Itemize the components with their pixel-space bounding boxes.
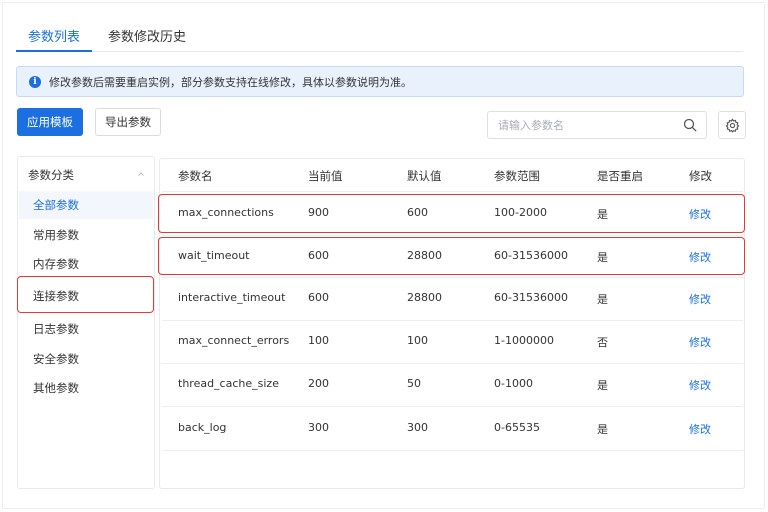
category-log[interactable]: 日志参数 [33, 321, 79, 337]
search-input[interactable] [498, 117, 678, 134]
settings-button[interactable] [718, 111, 746, 139]
current-value-cell: 200 [308, 377, 329, 390]
modify-link[interactable]: 修改 [689, 421, 711, 437]
tab-param-list[interactable]: 参数列表 [28, 26, 80, 45]
column-header-current: 当前值 [308, 169, 343, 183]
search-box [487, 111, 707, 139]
modify-link[interactable]: 修改 [689, 334, 711, 350]
param-name-cell: max_connect_errors [178, 334, 290, 347]
column-header-default: 默认值 [407, 169, 442, 183]
column-header-action: 修改 [689, 169, 712, 183]
restart-cell: 是 [597, 293, 608, 306]
category-memory[interactable]: 内存参数 [33, 256, 79, 272]
column-header-range: 参数范围 [494, 169, 540, 183]
category-header: 参数分类 [28, 168, 74, 182]
row-divider [162, 363, 743, 364]
restart-cell: 是 [597, 423, 608, 436]
param-name-cell: wait_timeout [178, 249, 250, 262]
column-header-restart: 是否重启 [597, 169, 643, 183]
category-common[interactable]: 常用参数 [33, 227, 79, 243]
default-value-cell: 600 [407, 206, 428, 219]
category-connection[interactable]: 连接参数 [33, 288, 79, 304]
default-value-cell: 100 [407, 334, 428, 347]
current-value-cell: 900 [308, 206, 329, 219]
current-value-cell: 100 [308, 334, 329, 347]
range-cell: 0-65535 [494, 421, 540, 434]
range-cell: 100-2000 [494, 206, 547, 219]
tab-bar: 参数列表 参数修改历史 [16, 18, 743, 52]
default-value-cell: 28800 [407, 291, 442, 304]
column-header-name: 参数名 [178, 169, 213, 183]
range-cell: 1-1000000 [494, 334, 554, 347]
row-divider [162, 277, 743, 278]
restart-cell: 是 [597, 251, 608, 264]
info-banner: i 修改参数后需要重启实例，部分参数支持在线修改，具体以参数说明为准。 [16, 66, 744, 97]
chevron-up-icon[interactable] [138, 172, 144, 176]
active-tab-indicator [16, 50, 92, 52]
modify-link[interactable]: 修改 [689, 291, 711, 307]
range-cell: 60-31536000 [494, 249, 568, 262]
default-value-cell: 28800 [407, 249, 442, 262]
restart-cell: 否 [597, 336, 608, 349]
row-divider [162, 406, 743, 407]
row-divider [162, 235, 743, 236]
apply-template-button[interactable]: 应用模板 [17, 108, 83, 136]
header-divider [162, 191, 743, 192]
category-other[interactable]: 其他参数 [33, 380, 79, 396]
param-name-cell: thread_cache_size [178, 377, 279, 390]
current-value-cell: 300 [308, 421, 329, 434]
modify-link[interactable]: 修改 [689, 206, 711, 222]
default-value-cell: 50 [407, 377, 421, 390]
restart-cell: 是 [597, 208, 608, 221]
param-name-cell: interactive_timeout [178, 291, 286, 304]
default-value-cell: 300 [407, 421, 428, 434]
restart-cell: 是 [597, 379, 608, 392]
gear-icon [725, 117, 739, 133]
category-all[interactable]: 全部参数 [33, 197, 79, 213]
row-divider [162, 320, 743, 321]
row-divider [162, 450, 743, 451]
info-icon: i [29, 75, 41, 88]
category-security[interactable]: 安全参数 [33, 351, 79, 367]
search-icon[interactable] [683, 118, 697, 132]
range-cell: 60-31536000 [494, 291, 568, 304]
category-panel: 参数分类 全部参数 常用参数 内存参数 连接参数 日志参数 安全参数 其他参数 [17, 156, 155, 489]
tab-param-history[interactable]: 参数修改历史 [108, 26, 186, 45]
param-name-cell: back_log [178, 421, 227, 434]
range-cell: 0-1000 [494, 377, 533, 390]
export-params-button[interactable]: 导出参数 [95, 108, 161, 136]
param-name-cell: max_connections [178, 206, 274, 219]
modify-link[interactable]: 修改 [689, 249, 711, 265]
current-value-cell: 600 [308, 249, 329, 262]
current-value-cell: 600 [308, 291, 329, 304]
modify-link[interactable]: 修改 [689, 377, 711, 393]
banner-text: 修改参数后需要重启实例，部分参数支持在线修改，具体以参数说明为准。 [49, 75, 412, 89]
